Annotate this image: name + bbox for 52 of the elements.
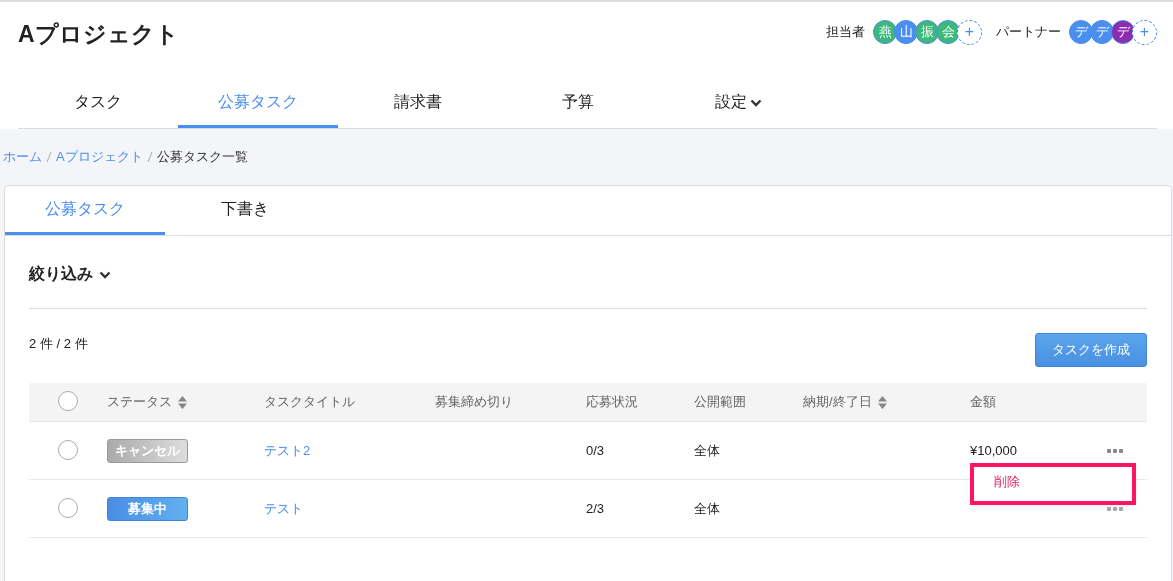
select-all-checkbox[interactable] [58,391,78,411]
delete-menu-item[interactable]: 削除 [974,467,1132,497]
more-icon[interactable] [1107,506,1123,511]
nav-tab[interactable]: 公募タスク [178,80,338,128]
tab[interactable]: 下書き [165,186,325,235]
chevron-down-icon [749,98,762,107]
result-count: 2 件 / 2 件 [29,335,88,353]
column-header: 納期/終了日 [803,393,872,411]
column-header: 募集締め切り [435,393,513,411]
sort-icon[interactable] [877,395,887,409]
tab[interactable]: 公募タスク [5,186,165,235]
nav-tab[interactable]: 予算 [498,80,658,128]
avatar[interactable]: デ [1090,19,1114,44]
separator-icon [46,151,52,163]
table-cell: 全体 [694,500,720,516]
column-header: 公開範囲 [694,393,746,411]
avatar[interactable]: 会 [936,19,960,44]
row-checkbox[interactable] [58,497,78,518]
task-title-link[interactable]: テスト [264,500,303,516]
table-cell: 全体 [694,442,720,458]
nav-tab[interactable]: 設定 [658,80,818,128]
member-group-label: 担当者 [826,23,865,41]
avatar[interactable]: 振 [915,19,939,44]
task-title-link[interactable]: テスト2 [264,442,311,458]
more-icon[interactable] [1107,448,1123,453]
table-cell: ¥10,000 [970,443,1017,458]
breadcrumb-link[interactable]: Aプロジェクト [56,148,143,166]
breadcrumb-link[interactable]: ホーム [3,148,42,166]
project-title: Aプロジェクト [18,19,179,49]
chevron-down-icon [99,270,111,279]
nav-tab[interactable]: タスク [18,80,178,128]
add-member-button[interactable]: + [1132,19,1157,45]
table-cell: 0/3 [586,443,605,458]
status-badge: 募集中 [107,496,188,521]
nav-tab[interactable]: 請求書 [338,80,498,128]
table-cell: 2/3 [586,501,605,516]
filter-toggle[interactable]: 絞り込み [29,236,1147,309]
separator-icon [146,151,153,163]
column-header: 金額 [970,393,996,411]
create-task-button[interactable]: タスクを作成 [1035,333,1147,367]
column-header: タスクタイトル [264,393,355,411]
row-checkbox[interactable] [58,439,78,460]
column-header: 応募状況 [586,393,638,411]
add-member-button[interactable]: + [957,19,982,45]
sort-icon[interactable] [178,395,187,409]
avatar[interactable]: 山 [894,19,918,44]
avatar[interactable]: 燕 [873,19,897,44]
column-header: ステータス [107,393,172,411]
avatar[interactable]: デ [1111,19,1135,44]
avatar[interactable]: デ [1069,19,1093,44]
breadcrumb-current: 公募タスク一覧 [156,148,248,166]
member-group-label: パートナー [996,23,1061,41]
